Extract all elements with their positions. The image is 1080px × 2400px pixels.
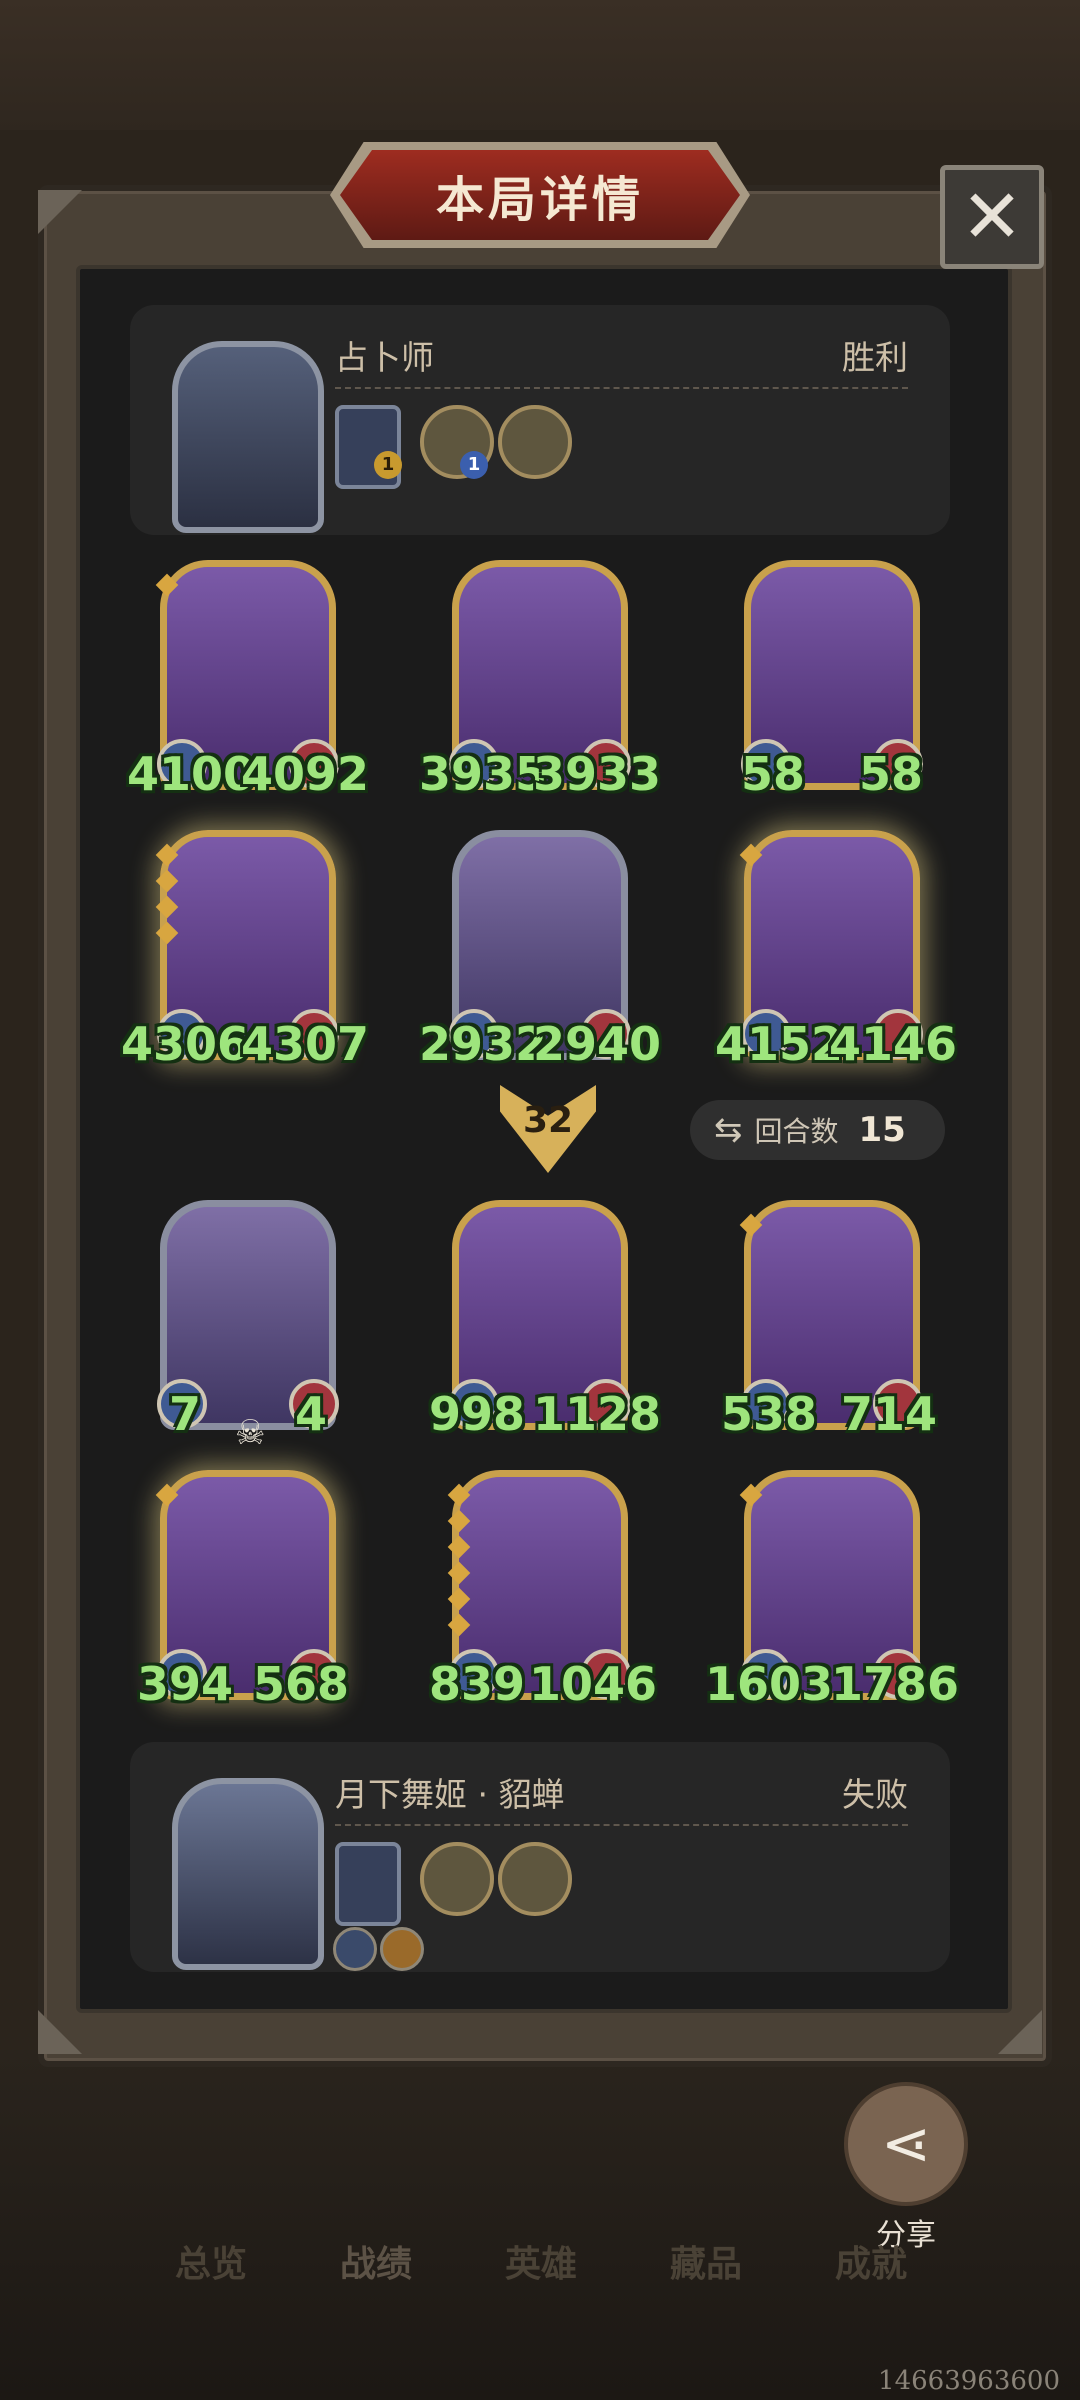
page-title: 本局详情: [340, 150, 740, 240]
unit-card[interactable]: 4306 4307: [121, 830, 369, 1071]
refresh-icon: ⇆: [714, 1110, 743, 1150]
divider: [335, 1824, 908, 1826]
close-button[interactable]: ✕: [940, 165, 1044, 269]
player-avatar[interactable]: [172, 341, 324, 533]
item-level-badge: 1: [374, 451, 402, 479]
unit-health: 4: [294, 1387, 327, 1441]
unit-card[interactable]: 998 1128: [429, 1200, 661, 1441]
share-icon: ⋖: [880, 2109, 932, 2179]
unit-attack: 3935: [419, 747, 548, 801]
nav-tab-heroes[interactable]: 英雄: [505, 2235, 577, 2287]
unit-attack: 4152: [715, 1017, 844, 1071]
relic-icon[interactable]: [498, 405, 572, 479]
turn-number: 32: [522, 1100, 574, 1141]
unit-attack: 4100: [127, 747, 256, 801]
unit-attack: 538: [721, 1387, 818, 1441]
unit-card[interactable]: 3935 3933: [419, 560, 661, 801]
player-name: 月下舞姬 · 貂蝉: [335, 1775, 565, 1814]
nav-tab-achievements[interactable]: 成就: [835, 2235, 907, 2287]
tier-icon: [447, 1613, 471, 1637]
unit-card[interactable]: 1603 1786: [705, 1470, 959, 1711]
unit-attack: 7: [169, 1387, 202, 1441]
item-level-badge: 1: [460, 451, 488, 479]
unit-card[interactable]: 4100 4092: [127, 560, 369, 801]
tier-icon: [155, 895, 179, 919]
top-background: [0, 0, 1080, 130]
player-card-loser: 月下舞姬 · 貂蝉 失败: [130, 1742, 950, 1972]
nav-tab-overview[interactable]: 总览: [175, 2235, 247, 2287]
unit-health: 4307: [240, 1017, 369, 1071]
unit-card[interactable]: 839 1046: [429, 1470, 657, 1711]
unit-health: 58: [858, 747, 923, 801]
relic-icon[interactable]: [420, 1842, 494, 1916]
close-icon: ✕: [960, 174, 1023, 260]
skill-icon[interactable]: [380, 1927, 424, 1971]
player-name: 占卜师: [335, 338, 434, 377]
unit-card[interactable]: 4152 4146: [715, 830, 957, 1071]
unit-attack: 839: [429, 1657, 526, 1711]
user-id: 14663963600: [878, 2366, 1060, 2396]
unit-health: 2940: [532, 1017, 661, 1071]
unit-attack: 394: [137, 1657, 234, 1711]
share-button[interactable]: ⋖: [844, 2082, 968, 2206]
unit-attack: 2932: [419, 1017, 548, 1071]
tier-icon: [447, 1535, 471, 1559]
unit-attack: 998: [429, 1387, 526, 1441]
nav-tab-records[interactable]: 战绩: [340, 2235, 412, 2287]
player-result: 胜利: [842, 338, 908, 377]
unit-health: 4146: [828, 1017, 957, 1071]
unit-health: 1786: [830, 1657, 959, 1711]
unit-health: 4092: [240, 747, 369, 801]
player-result: 失败: [842, 1775, 908, 1814]
skull-icon: ☠: [235, 1413, 266, 1453]
player-avatar[interactable]: [172, 1778, 324, 1970]
unit-health: 3933: [532, 747, 661, 801]
tier-icon: [447, 1561, 471, 1585]
tier-icon: [155, 921, 179, 945]
skill-icon[interactable]: [333, 1927, 377, 1971]
unit-attack: 1603: [705, 1657, 834, 1711]
unit-card[interactable]: 394 568: [137, 1470, 349, 1711]
unit-attack: 4306: [121, 1017, 250, 1071]
unit-card[interactable]: 58 58: [741, 560, 923, 801]
unit-card[interactable]: 7 4 ☠: [157, 1200, 339, 1453]
unit-card[interactable]: 2932 2940: [419, 830, 661, 1071]
rounds-label: 回合数: [754, 1115, 839, 1148]
unit-health: 714: [840, 1387, 937, 1441]
divider: [335, 387, 908, 389]
unit-attack: 58: [741, 747, 806, 801]
card-item-icon[interactable]: [335, 1842, 401, 1926]
unit-health: 1046: [528, 1657, 657, 1711]
unit-card[interactable]: 538 714: [721, 1200, 937, 1441]
nav-tab-collection[interactable]: 藏品: [670, 2235, 742, 2287]
relic-icon[interactable]: [498, 1842, 572, 1916]
rounds-badge: ⇆ 回合数 15: [690, 1100, 945, 1160]
rounds-value: 15: [858, 1110, 906, 1150]
player-card-winner: 占卜师 胜利 1 1: [130, 305, 950, 535]
unit-health: 1128: [532, 1387, 661, 1441]
tier-icon: [447, 1587, 471, 1611]
unit-health: 568: [252, 1657, 349, 1711]
